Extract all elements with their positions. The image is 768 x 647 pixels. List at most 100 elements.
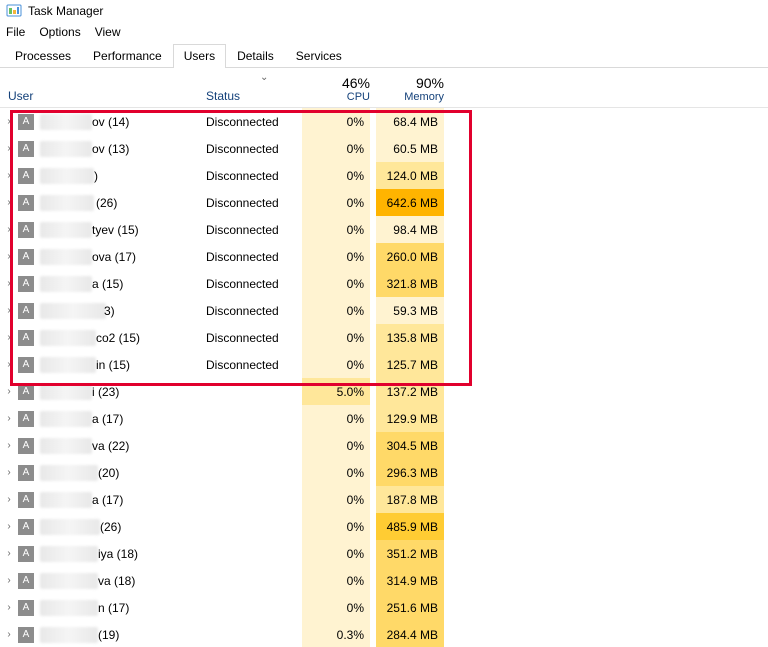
table-row[interactable]: ›A(19)0.3%284.4 MB [0, 621, 768, 647]
table-row[interactable]: ›A(26)Disconnected0%642.6 MB [0, 189, 768, 216]
user-avatar-icon: A [18, 276, 34, 292]
expand-icon[interactable]: › [0, 170, 14, 181]
status-cell: Disconnected [206, 115, 296, 129]
memory-cell: 135.8 MB [376, 324, 444, 351]
table-row[interactable]: ›A(20)0%296.3 MB [0, 459, 768, 486]
username-redacted [40, 276, 92, 292]
cpu-cell: 0% [302, 324, 370, 351]
expand-icon[interactable]: › [0, 521, 14, 532]
table-row[interactable]: ›Aiya (18)0%351.2 MB [0, 540, 768, 567]
cpu-cell: 0% [302, 432, 370, 459]
expand-icon[interactable]: › [0, 440, 14, 451]
username-redacted [40, 573, 98, 589]
table-row[interactable]: ›An (17)0%251.6 MB [0, 594, 768, 621]
status-cell: Disconnected [206, 331, 296, 345]
tab-processes[interactable]: Processes [4, 44, 82, 68]
menu-view[interactable]: View [95, 25, 121, 39]
status-cell: Disconnected [206, 277, 296, 291]
sort-indicator-icon: ⌄ [260, 72, 268, 83]
expand-icon[interactable]: › [0, 116, 14, 127]
username-redacted [40, 195, 94, 211]
table-row[interactable]: ›Aa (17)0%187.8 MB [0, 486, 768, 513]
memory-cell: 251.6 MB [376, 594, 444, 621]
table-row[interactable]: ›Aa (15)Disconnected0%321.8 MB [0, 270, 768, 297]
expand-icon[interactable]: › [0, 386, 14, 397]
table-row[interactable]: ›Ava (18)0%314.9 MB [0, 567, 768, 594]
user-avatar-icon: A [18, 438, 34, 454]
column-headers: ⌄ User Status 46% CPU 90% Memory [0, 68, 768, 108]
expand-icon[interactable]: › [0, 575, 14, 586]
expand-icon[interactable]: › [0, 629, 14, 640]
tab-details[interactable]: Details [226, 44, 285, 68]
memory-cell: 187.8 MB [376, 486, 444, 513]
username-suffix: i (23) [92, 385, 119, 399]
header-cpu-percent: 46% [302, 75, 370, 91]
username-suffix: co2 (15) [96, 331, 140, 345]
username-suffix: (20) [98, 466, 119, 480]
menu-file[interactable]: File [6, 25, 25, 39]
expand-icon[interactable]: › [0, 413, 14, 424]
expand-icon[interactable]: › [0, 224, 14, 235]
username-redacted [40, 303, 106, 319]
user-avatar-icon: A [18, 384, 34, 400]
memory-cell: 260.0 MB [376, 243, 444, 270]
username-redacted [40, 114, 92, 130]
username-redacted [40, 249, 92, 265]
table-row[interactable]: ›Aov (14)Disconnected0%68.4 MB [0, 108, 768, 135]
header-memory[interactable]: 90% Memory [376, 75, 444, 103]
header-user[interactable]: User [8, 89, 33, 103]
header-status[interactable]: Status [206, 89, 240, 103]
tab-services[interactable]: Services [285, 44, 353, 68]
username-redacted [40, 627, 98, 643]
expand-icon[interactable]: › [0, 359, 14, 370]
expand-icon[interactable]: › [0, 494, 14, 505]
expand-icon[interactable]: › [0, 278, 14, 289]
expand-icon[interactable]: › [0, 143, 14, 154]
status-cell: Disconnected [206, 358, 296, 372]
cpu-cell: 0% [302, 162, 370, 189]
expand-icon[interactable]: › [0, 602, 14, 613]
username-suffix: a (17) [92, 412, 123, 426]
memory-cell: 98.4 MB [376, 216, 444, 243]
tab-performance[interactable]: Performance [82, 44, 173, 68]
expand-icon[interactable]: › [0, 305, 14, 316]
username-suffix: ) [94, 169, 98, 183]
table-row[interactable]: ›Aova (17)Disconnected0%260.0 MB [0, 243, 768, 270]
cpu-cell: 0% [302, 216, 370, 243]
memory-cell: 351.2 MB [376, 540, 444, 567]
table-row[interactable]: ›Ai (23)5.0%137.2 MB [0, 378, 768, 405]
table-row[interactable]: ›A3)Disconnected0%59.3 MB [0, 297, 768, 324]
header-memory-percent: 90% [376, 75, 444, 91]
user-avatar-icon: A [18, 249, 34, 265]
memory-cell: 642.6 MB [376, 189, 444, 216]
table-row[interactable]: › Aco2 (15) Disconnected 0%135.8 MB [0, 324, 768, 351]
tab-users[interactable]: Users [173, 44, 226, 68]
expand-icon[interactable]: › [0, 251, 14, 262]
memory-cell: 60.5 MB [376, 135, 444, 162]
menu-options[interactable]: Options [39, 25, 80, 39]
user-avatar-icon: A [18, 465, 34, 481]
expand-icon[interactable]: › [0, 467, 14, 478]
expand-icon[interactable]: › [0, 548, 14, 559]
table-row[interactable]: ›Aa (17)0%129.9 MB [0, 405, 768, 432]
username-redacted [40, 411, 92, 427]
table-row[interactable]: ›Ain (15)Disconnected0%125.7 MB [0, 351, 768, 378]
expand-icon[interactable]: › [0, 197, 14, 208]
cpu-cell: 0.3% [302, 621, 370, 647]
username-suffix: ova (17) [92, 250, 136, 264]
table-row[interactable]: ›A)Disconnected0%124.0 MB [0, 162, 768, 189]
username-suffix: va (22) [92, 439, 129, 453]
cpu-cell: 0% [302, 405, 370, 432]
user-avatar-icon: A [18, 141, 34, 157]
header-cpu[interactable]: 46% CPU [302, 75, 370, 103]
table-row[interactable]: ›A(26)0%485.9 MB [0, 513, 768, 540]
expand-icon[interactable]: › [0, 332, 14, 343]
user-avatar-icon: A [18, 330, 34, 346]
table-row[interactable]: ›Aov (13)Disconnected0%60.5 MB [0, 135, 768, 162]
app-icon [6, 3, 22, 19]
user-avatar-icon: A [18, 114, 34, 130]
table-row[interactable]: ›Atyev (15)Disconnected0%98.4 MB [0, 216, 768, 243]
table-row[interactable]: ›Ava (22)0%304.5 MB [0, 432, 768, 459]
memory-cell: 125.7 MB [376, 351, 444, 378]
username-suffix: 3) [104, 304, 115, 318]
